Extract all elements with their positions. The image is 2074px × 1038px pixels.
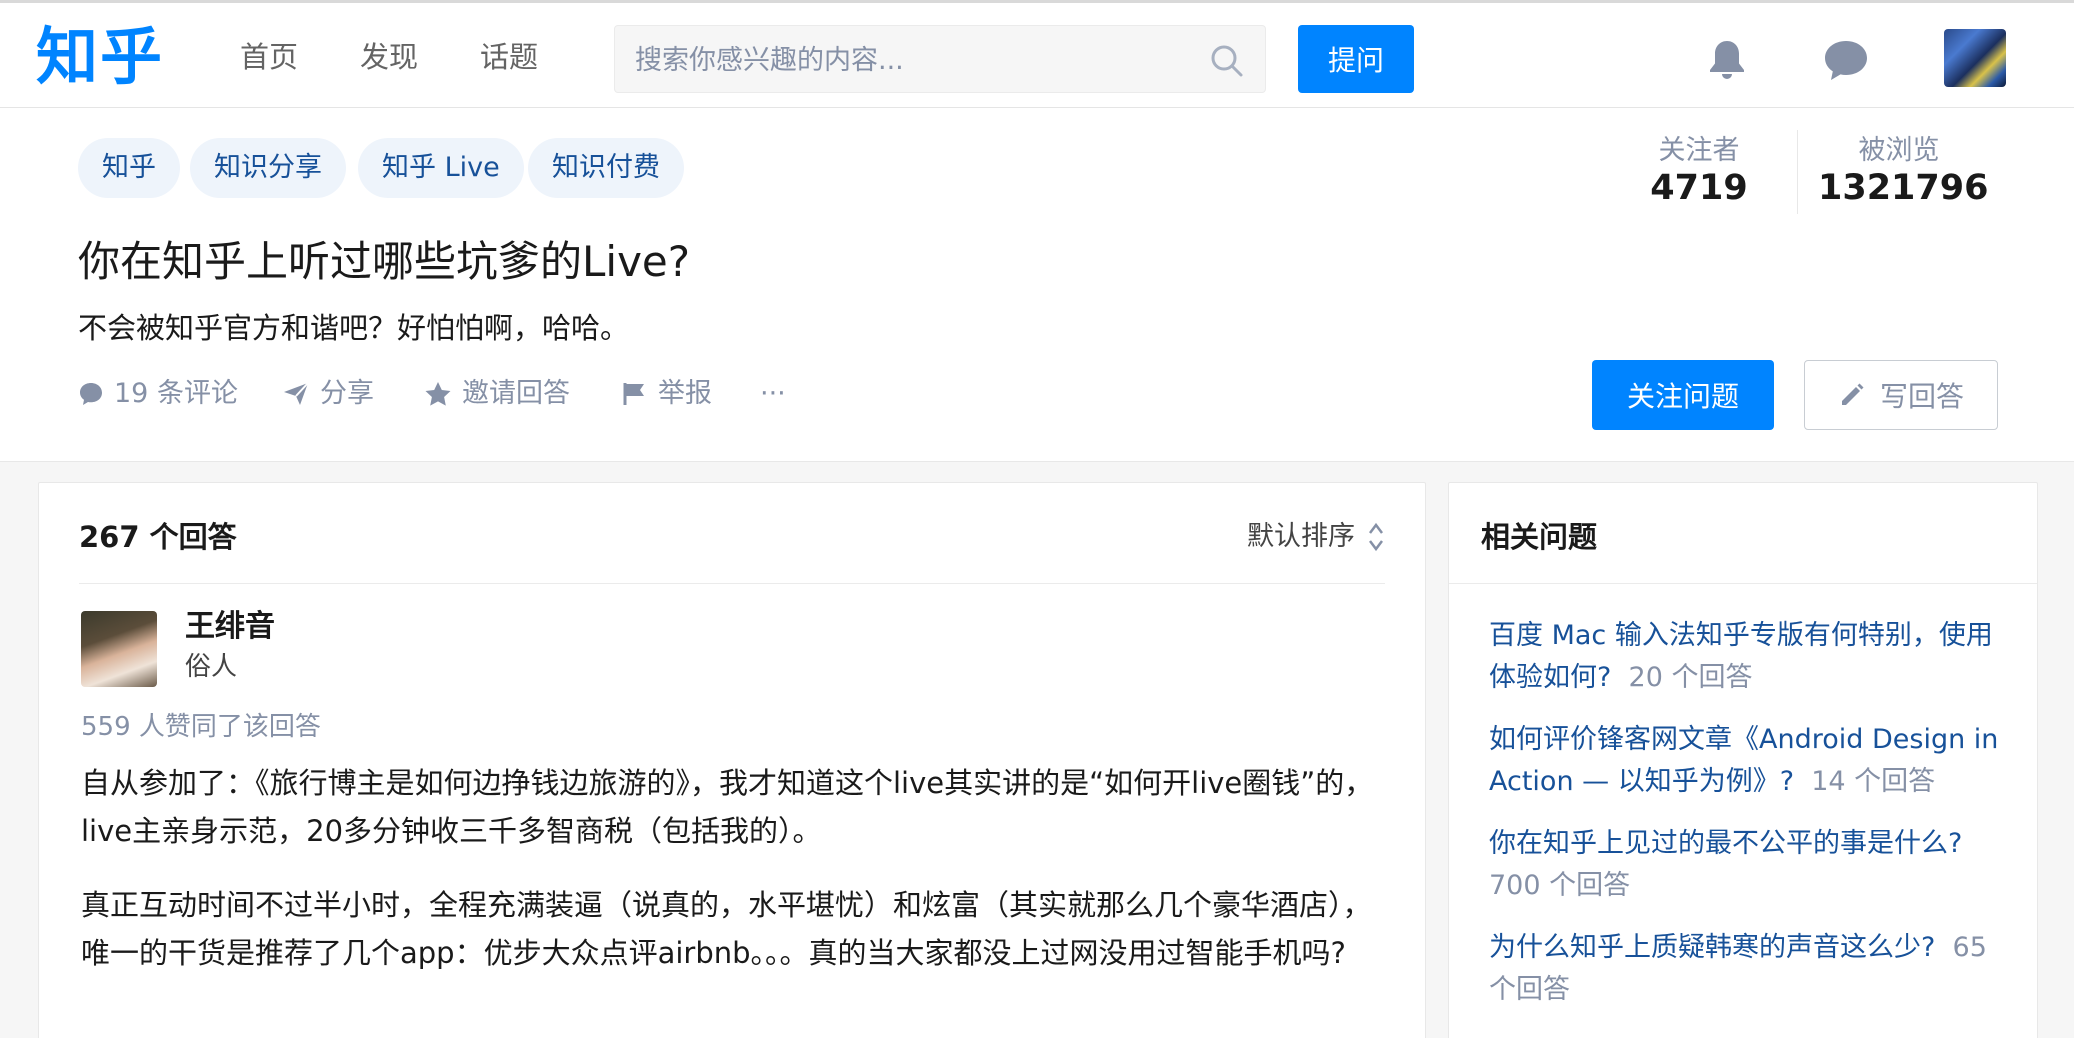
nav-topics[interactable]: 话题 xyxy=(480,37,538,77)
followers-label: 关注者 xyxy=(1658,135,1740,166)
related-item[interactable]: 如何评价锋客网文章《Android Design in Action — 以知乎… xyxy=(1489,719,2009,803)
divider xyxy=(79,583,1385,584)
followers-count: 4719 xyxy=(1650,168,1748,208)
follow-question-button[interactable]: 关注问题 xyxy=(1592,360,1774,430)
write-answer-label: 写回答 xyxy=(1879,380,1964,413)
nav-discover[interactable]: 发现 xyxy=(360,37,418,77)
answer-paragraph: 自从参加了：《旅行博主是如何边挣钱边旅游的》，我才知道这个live其实讲的是“如… xyxy=(81,766,1374,848)
topic-tag[interactable]: 知乎 Live xyxy=(358,138,524,198)
answers-card: 267 个回答 默认排序 王绯音 俗人 559 人赞同了该回答 自从参加了：《旅… xyxy=(38,482,1426,1038)
comments-button[interactable]: 19 条评论 xyxy=(78,374,238,414)
invite-button[interactable]: 邀请回答 xyxy=(424,374,570,414)
topic-tag[interactable]: 知识付费 xyxy=(528,138,684,198)
message-icon[interactable] xyxy=(1822,37,1870,83)
top-navbar: 知乎 首页 发现 话题 提问 xyxy=(0,0,2074,108)
question-description: 不会被知乎官方和谐吧？好怕怕啊，哈哈。 xyxy=(78,311,630,345)
related-item[interactable]: 你在知乎上见过的最不公平的事是什么? 700 个回答 xyxy=(1489,823,2009,907)
related-questions-card: 相关问题 百度 Mac 输入法知乎专版有何特别，使用体验如何? 20 个回答 如… xyxy=(1448,482,2038,1038)
author-bio: 俗人 xyxy=(185,652,238,682)
more-button[interactable]: ··· xyxy=(760,374,786,414)
related-question[interactable]: 你在知乎上见过的最不公平的事是什么? xyxy=(1489,828,1962,859)
pencil-icon xyxy=(1841,383,1864,405)
related-answer-count: 20 个回答 xyxy=(1628,662,1753,693)
sort-arrows-icon xyxy=(1369,522,1383,552)
report-button[interactable]: 举报 xyxy=(622,374,712,414)
views-label: 被浏览 xyxy=(1858,135,1940,166)
question-title: 你在知乎上听过哪些坑爹的Live? xyxy=(78,237,691,286)
invite-label: 邀请回答 xyxy=(462,378,570,409)
more-icon: ··· xyxy=(760,378,786,409)
sort-selector[interactable]: 默认排序 xyxy=(1247,517,1385,557)
related-answer-count: 700 个回答 xyxy=(1489,870,1631,901)
share-button[interactable]: 分享 xyxy=(282,374,374,414)
answer-paragraph: 真正互动时间不过半小时，全程充满装逼（说真的，水平堪忧）和炫富（其实就那么几个豪… xyxy=(81,888,1372,970)
answer-count: 267 个回答 xyxy=(79,520,237,554)
write-answer-button[interactable]: 写回答 xyxy=(1804,360,1998,430)
topic-tag[interactable]: 知识分享 xyxy=(190,138,346,198)
views-count: 1321796 xyxy=(1818,168,1989,208)
nav-home[interactable]: 首页 xyxy=(240,37,298,77)
vote-count[interactable]: 559 人赞同了该回答 xyxy=(81,709,321,745)
divider xyxy=(1449,583,2037,584)
bell-icon[interactable] xyxy=(1704,37,1750,83)
related-item[interactable]: 百度 Mac 输入法知乎专版有何特别，使用体验如何? 20 个回答 xyxy=(1489,615,2009,699)
search-input[interactable] xyxy=(635,40,1195,80)
author-name[interactable]: 王绯音 xyxy=(185,607,275,647)
flag-icon xyxy=(623,383,644,405)
share-label: 分享 xyxy=(320,378,374,409)
star-icon xyxy=(425,382,451,406)
zhihu-logo[interactable]: 知乎 xyxy=(36,21,164,93)
ask-button[interactable]: 提问 xyxy=(1298,25,1414,93)
search-box xyxy=(614,25,1266,93)
author-avatar[interactable] xyxy=(81,611,157,687)
user-avatar[interactable] xyxy=(1944,29,2006,87)
report-label: 举报 xyxy=(658,378,712,409)
comments-label: 19 条评论 xyxy=(114,378,238,409)
paper-plane-icon xyxy=(284,382,309,405)
related-item[interactable]: 为什么知乎上质疑韩寒的声音这么少? 65 个回答 xyxy=(1489,927,2009,1011)
related-answer-count: 14 个回答 xyxy=(1811,766,1936,797)
question-header: 知乎 知识分享 知乎 Live 知识付费 关注者 4719 被浏览 132179… xyxy=(0,108,2074,462)
stats-divider xyxy=(1797,130,1798,214)
topic-tag[interactable]: 知乎 xyxy=(78,138,180,198)
sort-label: 默认排序 xyxy=(1247,521,1355,552)
related-title: 相关问题 xyxy=(1481,520,1598,554)
related-question[interactable]: 为什么知乎上质疑韩寒的声音这么少? xyxy=(1489,932,1935,963)
comment-icon xyxy=(80,383,102,405)
search-icon[interactable] xyxy=(1209,43,1245,79)
